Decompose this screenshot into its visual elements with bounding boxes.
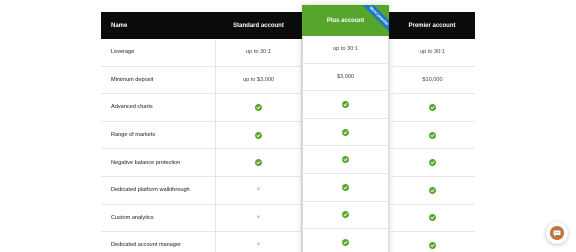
checkmark-icon [255, 131, 262, 139]
plan-value-text: up to 30:1 [420, 49, 445, 56]
checkmark-icon [255, 159, 262, 167]
column-header-plus: Plus account Most popular [302, 5, 389, 36]
plan-value-cell: up to $3,000 [215, 66, 302, 95]
plan-value-cell: × [215, 232, 302, 252]
plan-value-text: up to $3,000 [242, 76, 275, 83]
feature-name-column: Name Leverage Minimum deposit Advanced cha… [101, 12, 215, 252]
chat-bubble-icon [550, 226, 564, 240]
checkmark-icon [429, 186, 436, 194]
column-header-label: Plus account [326, 17, 365, 24]
plan-value-text: up to 30:1 [246, 49, 271, 56]
plan-value-cell [389, 204, 475, 233]
plan-value-cell [302, 118, 389, 147]
plan-value-cell [302, 229, 389, 252]
plan-value-cell [389, 176, 475, 205]
column-header-premier: Premier account [389, 12, 475, 39]
plan-value-text: up to 30:1 [333, 46, 358, 53]
column-header-label: Standard account [233, 22, 284, 29]
checkmark-icon [342, 128, 349, 136]
feature-name-cell: Advanced charts [101, 94, 215, 122]
premier-account-column: Premier account up to 30:1 $10,000 [389, 12, 475, 252]
checkmark-icon [342, 100, 349, 108]
checkmark-icon [429, 214, 436, 222]
plan-value-text: $10,000 [422, 76, 443, 83]
column-header-standard: Standard account [215, 12, 302, 39]
column-header-label: Name [111, 22, 128, 29]
plan-value-cell: up to 30:1 [389, 39, 475, 67]
plan-value-cell: $10,000 [389, 66, 475, 95]
plan-value-cell [302, 146, 389, 174]
feature-name-cell: Dedicated account manager [101, 232, 215, 252]
checkmark-icon [429, 241, 436, 249]
plan-value-cell [215, 149, 302, 177]
feature-name-cell: Negative balance protection [101, 149, 215, 177]
chat-button[interactable] [546, 222, 568, 244]
checkmark-icon [342, 183, 349, 191]
plan-value-cell [389, 94, 475, 122]
cross-icon: × [256, 242, 261, 249]
feature-name-cell: Leverage [101, 39, 215, 67]
cross-icon: × [256, 187, 261, 194]
checkmark-icon [429, 131, 436, 139]
feature-name-cell: Minimum deposit [101, 67, 215, 95]
checkmark-icon [429, 159, 436, 167]
cross-icon: × [256, 214, 261, 221]
checkmark-icon [342, 238, 349, 246]
plan-value-cell [389, 149, 475, 177]
plan-value-cell [302, 201, 389, 230]
checkmark-icon [342, 156, 349, 164]
plan-value-cell [302, 91, 389, 119]
checkmark-icon [255, 103, 262, 111]
feature-name-cell: Dedicated platform walkthrough [101, 177, 215, 205]
feature-name-cell: Range of markets [101, 122, 215, 150]
feature-name-cell: Custom analytics [101, 205, 215, 233]
plan-value-cell [302, 173, 389, 202]
checkmark-icon [429, 103, 436, 111]
plan-value-cell: up to 30:1 [302, 36, 389, 64]
plan-value-cell: $3,000 [302, 63, 389, 92]
column-header-label: Premier account [408, 22, 456, 29]
plan-value-cell [215, 94, 302, 122]
plan-value-text: $3,000 [336, 73, 355, 80]
plus-account-column: Plus account Most popular up to 30:1 $3,0… [302, 5, 389, 252]
plan-value-cell: × [215, 176, 302, 205]
account-comparison-table: Name Leverage Minimum deposit Advanced cha… [101, 5, 475, 252]
plan-value-cell [215, 121, 302, 150]
plan-value-cell [389, 121, 475, 150]
checkmark-icon [342, 211, 349, 219]
plan-value-cell [389, 232, 475, 252]
standard-account-column: Standard account up to 30:1 up to $3,000 ×… [215, 12, 302, 252]
plan-value-cell: × [215, 204, 302, 233]
plan-value-cell: up to 30:1 [215, 39, 302, 67]
column-header-name: Name [101, 12, 215, 39]
